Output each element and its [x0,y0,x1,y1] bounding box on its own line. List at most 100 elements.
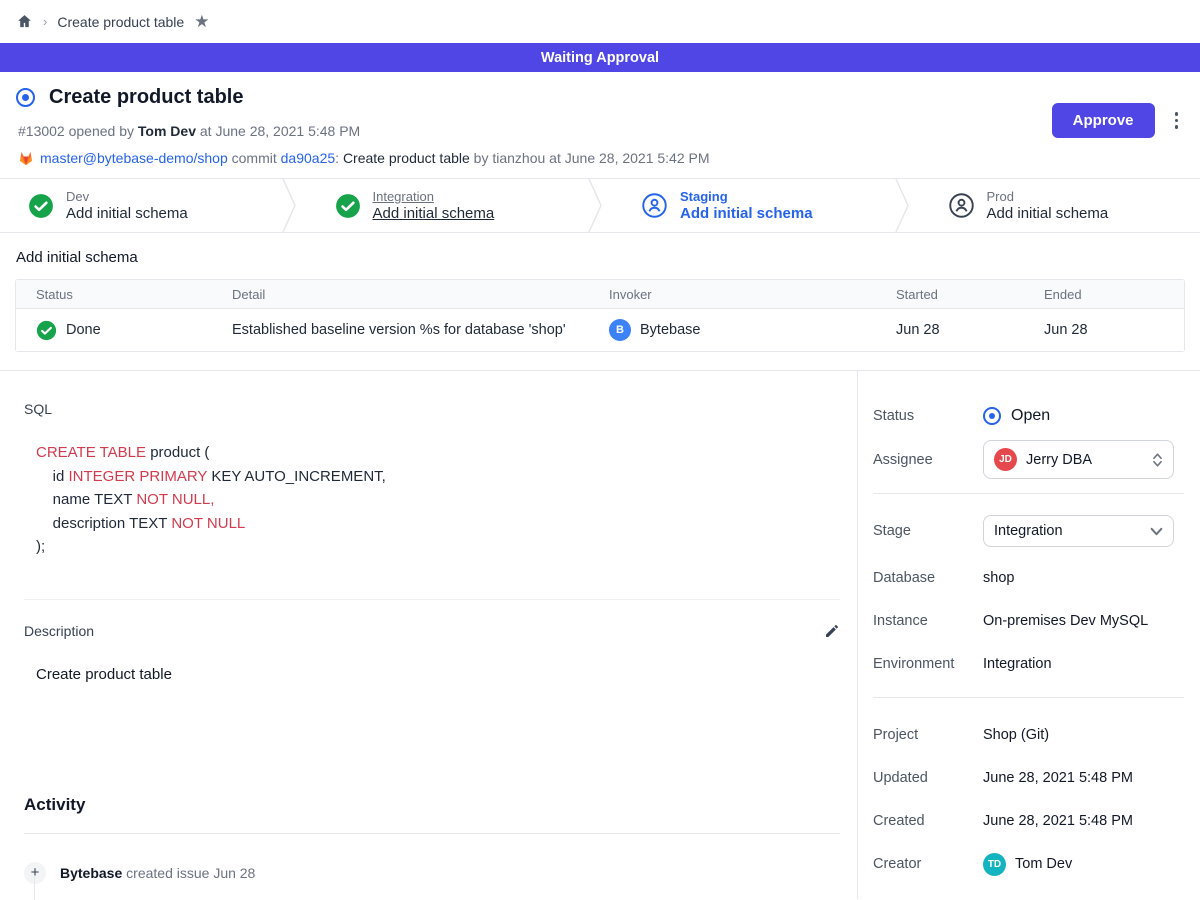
open-status-icon [16,88,35,107]
stage-env-label: Staging [680,189,813,204]
stage-task-label[interactable]: Add initial schema [66,205,188,222]
done-check-icon [36,320,57,341]
divider [873,697,1184,698]
commit-colon: : [335,150,343,166]
issue-author: Tom Dev [138,123,196,139]
commit-hash-link[interactable]: da90a25 [281,150,336,166]
instance-label: Instance [873,613,983,629]
col-ended: Ended [1044,287,1184,302]
assignee-avatar: JD [994,448,1017,471]
description-label: Description [24,623,94,639]
status-label: Status [873,408,983,424]
col-status: Status [16,287,232,302]
sidebar-row-stage: Stage Integration [873,512,1184,550]
approve-button[interactable]: Approve [1052,103,1155,138]
task-status: Done [66,322,101,338]
stage-separator [587,179,603,232]
task-section-title: Add initial schema [16,249,1185,266]
edit-pencil-icon[interactable] [824,623,840,639]
activity-actor: Bytebase [60,865,122,881]
pipeline: DevAdd initial schema IntegrationAdd ini… [0,178,1200,233]
task-table-header: Status Detail Invoker Started Ended [16,280,1184,309]
sql-label: SQL [24,401,839,417]
home-icon[interactable] [16,13,33,30]
sidebar-row-environment: Environment Integration [873,645,1184,683]
activity-item: + Bytebase created issue Jun 28 [24,862,839,884]
stage-value: Integration [994,523,1141,539]
col-detail: Detail [232,287,609,302]
creator-value: Tom Dev [1015,856,1072,872]
issue-opened-by: opened by [65,123,138,139]
stage-separator [281,179,297,232]
gitlab-icon [18,151,34,166]
main-content: SQL CREATE TABLE product ( id INTEGER PR… [0,371,858,899]
star-icon[interactable]: ★ [194,13,209,30]
check-icon [28,193,54,219]
commit-line: master@bytebase-demo/shop commit da90a25… [18,150,1184,166]
database-value[interactable]: shop [983,570,1014,586]
creator-avatar: TD [983,853,1006,876]
assignee-value: Jerry DBA [1026,452,1143,468]
stage-task-label[interactable]: Add initial schema [373,205,495,222]
task-table: Status Detail Invoker Started Ended Done… [15,279,1185,352]
chevron-right-icon: › [43,14,47,29]
person-icon [641,192,668,219]
col-invoker: Invoker [609,287,896,302]
activity-action: created issue Jun 28 [122,865,255,881]
task-section: Add initial schema Status Detail Invoker… [0,233,1200,371]
breadcrumb-title: Create product table [57,14,184,30]
issue-meta: #13002 opened by Tom Dev at June 28, 202… [18,123,1184,139]
sidebar-row-status: Status Open [873,397,1184,435]
status-value: Open [1011,407,1050,425]
sidebar-row-instance: Instance On-premises Dev MySQL [873,602,1184,640]
issue-header: Create product table #13002 opened by To… [0,72,1200,178]
table-row[interactable]: Done Established baseline version %s for… [16,309,1184,351]
commit-word: commit [228,150,281,166]
assignee-select[interactable]: JD Jerry DBA [983,440,1174,479]
status-banner: Waiting Approval [0,43,1200,72]
project-value[interactable]: Shop (Git) [983,727,1049,743]
commit-repo-link[interactable]: master@bytebase-demo/shop [40,150,228,166]
stage-integration[interactable]: IntegrationAdd initial schema [297,179,588,232]
stage-separator [894,179,910,232]
created-value: June 28, 2021 5:48 PM [983,813,1133,829]
stage-select[interactable]: Integration [983,515,1174,547]
plus-icon: + [24,862,46,884]
stage-prod[interactable]: ProdAdd initial schema [910,179,1200,232]
commit-message: Create product table [343,150,470,166]
environment-label: Environment [873,656,983,672]
updated-label: Updated [873,770,983,786]
sidebar-row-updated: Updated June 28, 2021 5:48 PM [873,759,1184,797]
bytebase-avatar: B [609,319,631,341]
stage-env-label: Dev [66,189,188,204]
status-banner-text: Waiting Approval [541,50,659,66]
commit-suffix: by tianzhou at June 28, 2021 5:42 PM [470,150,710,166]
stage-dev[interactable]: DevAdd initial schema [0,179,281,232]
issue-sidebar: Status Open Assignee JD Jerry DBA Stage … [858,371,1200,899]
sidebar-row-creator: Creator TD Tom Dev [873,845,1184,883]
database-label: Database [873,570,983,586]
divider [24,599,840,600]
issue-time: at June 28, 2021 5:48 PM [196,123,360,139]
more-options-icon[interactable] [1171,108,1183,133]
stage-task-label[interactable]: Add initial schema [680,205,813,222]
open-status-icon [983,407,1001,425]
description-text: Create product table [36,666,839,683]
sidebar-row-database: Database shop [873,559,1184,597]
stage-staging[interactable]: StagingAdd initial schema [603,179,894,232]
task-invoker: Bytebase [640,322,700,338]
divider [873,493,1184,494]
up-down-chevron-icon [1152,452,1163,468]
check-icon [335,193,361,219]
stage-task-label[interactable]: Add initial schema [987,205,1109,222]
environment-value: Integration [983,656,1052,672]
page-title: Create product table [49,86,243,109]
created-label: Created [873,813,983,829]
sidebar-row-created: Created June 28, 2021 5:48 PM [873,802,1184,840]
sidebar-row-project: Project Shop (Git) [873,716,1184,754]
person-icon [948,192,975,219]
divider [24,833,840,834]
chevron-down-icon [1150,527,1163,536]
breadcrumb: › Create product table ★ [0,0,1200,43]
instance-value[interactable]: On-premises Dev MySQL [983,613,1148,629]
